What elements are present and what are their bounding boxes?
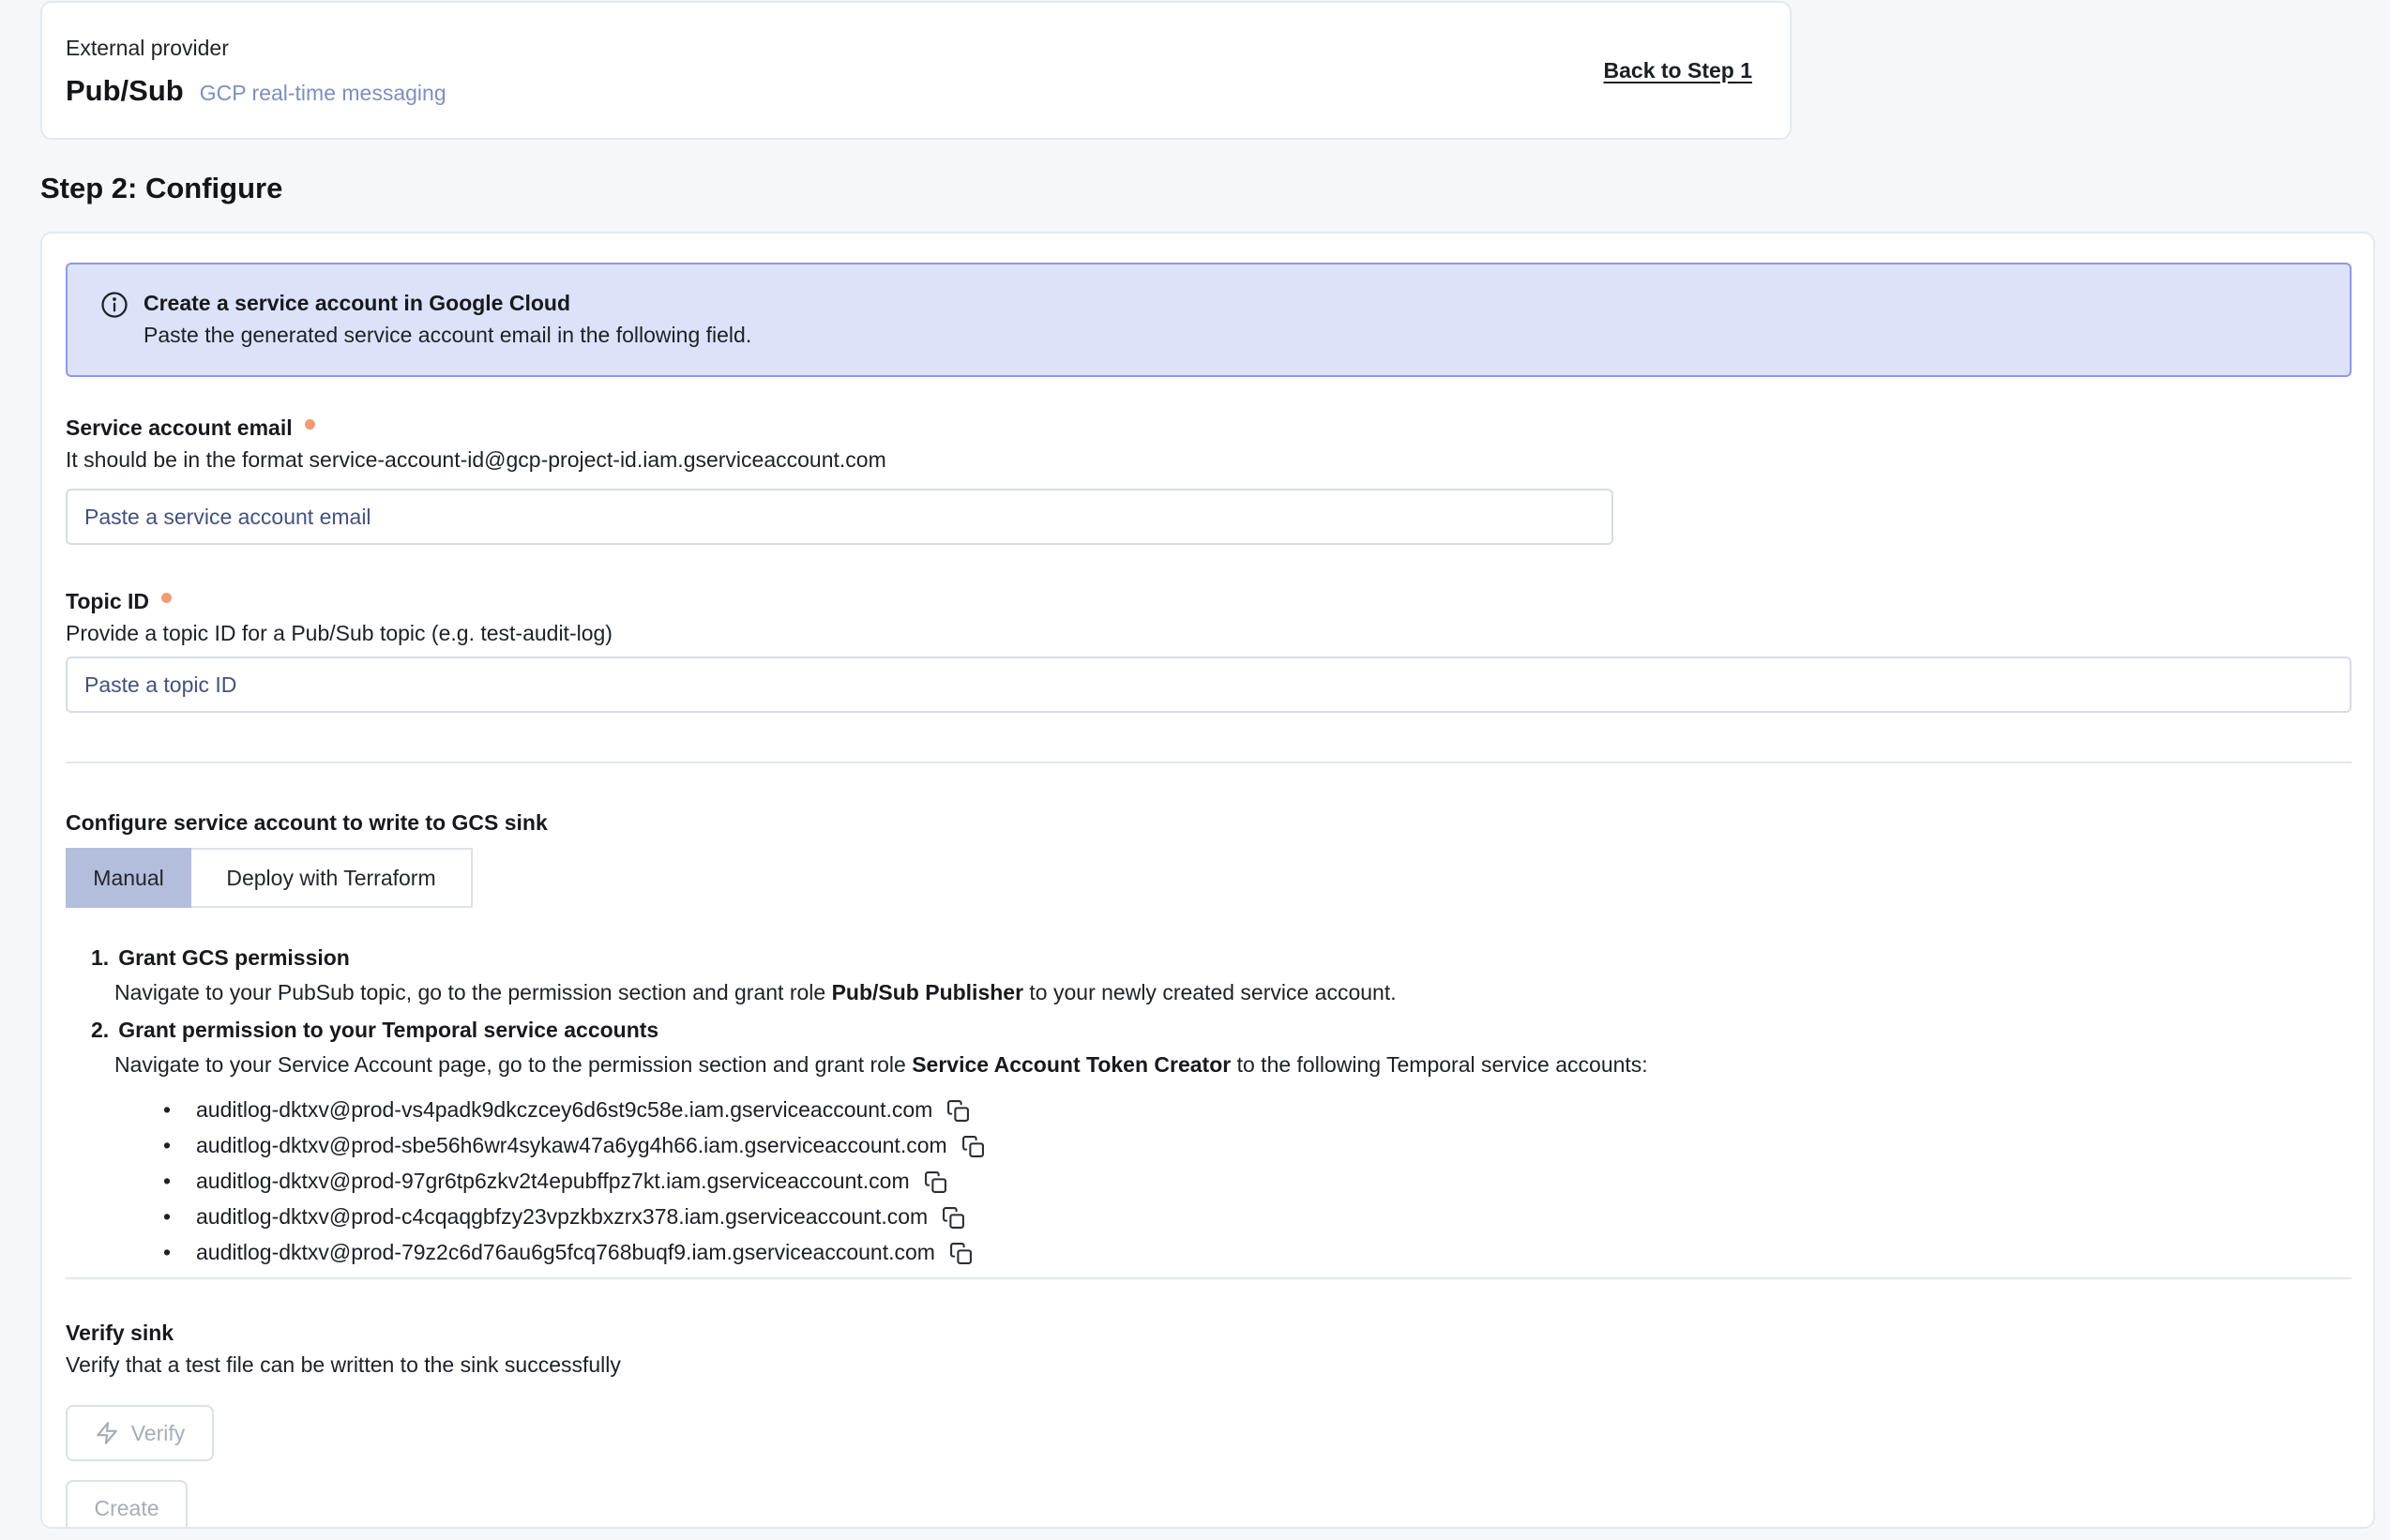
topic-id-label: Topic ID <box>66 585 149 617</box>
provider-card: External provider Pub/Sub GCP real-time … <box>40 1 1792 140</box>
step-2-number: 2. <box>91 1014 109 1046</box>
topic-id-helper: Provide a topic ID for a Pub/Sub topic (… <box>66 617 2348 649</box>
provider-name: Pub/Sub <box>66 74 184 108</box>
page-title: Step 2: Configure <box>40 172 282 205</box>
bullet: • <box>163 1240 182 1265</box>
tab-deploy-with-terraform[interactable]: Deploy with Terraform <box>191 848 473 908</box>
provider-eyebrow: External provider <box>66 34 446 62</box>
info-banner-title: Create a service account in Google Cloud <box>144 287 751 319</box>
section-divider <box>66 762 2352 763</box>
step-1-number: 1. <box>91 942 109 974</box>
create-button[interactable]: Create <box>66 1480 188 1529</box>
bullet: • <box>163 1169 182 1194</box>
step-2-title: 2. Grant permission to your Temporal ser… <box>91 1014 2348 1046</box>
service-account-email-text: auditlog-dktxv@prod-c4cqaqgbfzy23vpzkbxz… <box>196 1204 928 1230</box>
copy-icon[interactable] <box>946 1099 970 1123</box>
provider-info: External provider Pub/Sub GCP real-time … <box>66 34 446 108</box>
bullet: • <box>163 1097 182 1123</box>
step-1-description: Navigate to your PubSub topic, go to the… <box>114 976 2348 1008</box>
service-account-email-label: Service account email <box>66 412 293 444</box>
temporal-service-accounts-list: • auditlog-dktxv@prod-vs4padk9dkczcey6d6… <box>91 1092 2348 1270</box>
info-banner-description: Paste the generated service account emai… <box>144 319 751 351</box>
list-item: • auditlog-dktxv@prod-c4cqaqgbfzy23vpzkb… <box>163 1199 2348 1234</box>
verify-sink-description: Verify that a test file can be written t… <box>66 1349 2348 1381</box>
verify-button[interactable]: Verify <box>66 1405 214 1461</box>
service-account-email-text: auditlog-dktxv@prod-sbe56h6wr4sykaw47a6y… <box>196 1133 947 1158</box>
configure-step-card: Create a service account in Google Cloud… <box>40 232 2375 1529</box>
list-item: • auditlog-dktxv@prod-79z2c6d76au6g5fcq7… <box>163 1234 2348 1270</box>
copy-icon[interactable] <box>942 1206 965 1230</box>
topic-id-input[interactable] <box>66 657 2352 713</box>
info-icon <box>100 291 129 375</box>
step-1-title: 1. Grant GCS permission <box>91 942 2348 974</box>
back-to-step-1-link[interactable]: Back to Step 1 <box>1604 58 1753 83</box>
copy-icon[interactable] <box>961 1135 985 1158</box>
section-divider <box>66 1277 2352 1279</box>
provider-subtitle: GCP real-time messaging <box>200 81 446 106</box>
service-account-email-text: auditlog-dktxv@prod-vs4padk9dkczcey6d6st… <box>196 1097 932 1123</box>
create-button-label: Create <box>94 1496 159 1521</box>
step-2-description: Navigate to your Service Account page, g… <box>114 1049 2348 1080</box>
bullet: • <box>163 1133 182 1158</box>
verify-button-label: Verify <box>131 1421 186 1446</box>
required-indicator <box>305 419 315 430</box>
sink-config-tabs: Manual Deploy with Terraform <box>66 848 2348 908</box>
configure-sink-section-title: Configure service account to write to GC… <box>66 807 2348 838</box>
list-item: • auditlog-dktxv@prod-97gr6tp6zkv2t4epub… <box>163 1163 2348 1199</box>
manual-steps-list: 1. Grant GCS permission Navigate to your… <box>66 942 2348 1270</box>
service-account-email-text: auditlog-dktxv@prod-97gr6tp6zkv2t4epubff… <box>196 1169 910 1194</box>
copy-icon[interactable] <box>949 1242 973 1265</box>
list-item: • auditlog-dktxv@prod-vs4padk9dkczcey6d6… <box>163 1092 2348 1127</box>
info-banner: Create a service account in Google Cloud… <box>66 263 2352 377</box>
list-item: • auditlog-dktxv@prod-sbe56h6wr4sykaw47a… <box>163 1127 2348 1163</box>
service-account-email-text: auditlog-dktxv@prod-79z2c6d76au6g5fcq768… <box>196 1240 935 1265</box>
service-account-email-helper: It should be in the format service-accou… <box>66 444 2348 476</box>
copy-icon[interactable] <box>924 1170 947 1194</box>
zap-icon <box>95 1421 119 1445</box>
bullet: • <box>163 1204 182 1230</box>
required-indicator <box>161 593 172 603</box>
tab-manual[interactable]: Manual <box>66 848 191 908</box>
service-account-email-input[interactable] <box>66 489 1613 545</box>
verify-sink-title: Verify sink <box>66 1317 2348 1349</box>
